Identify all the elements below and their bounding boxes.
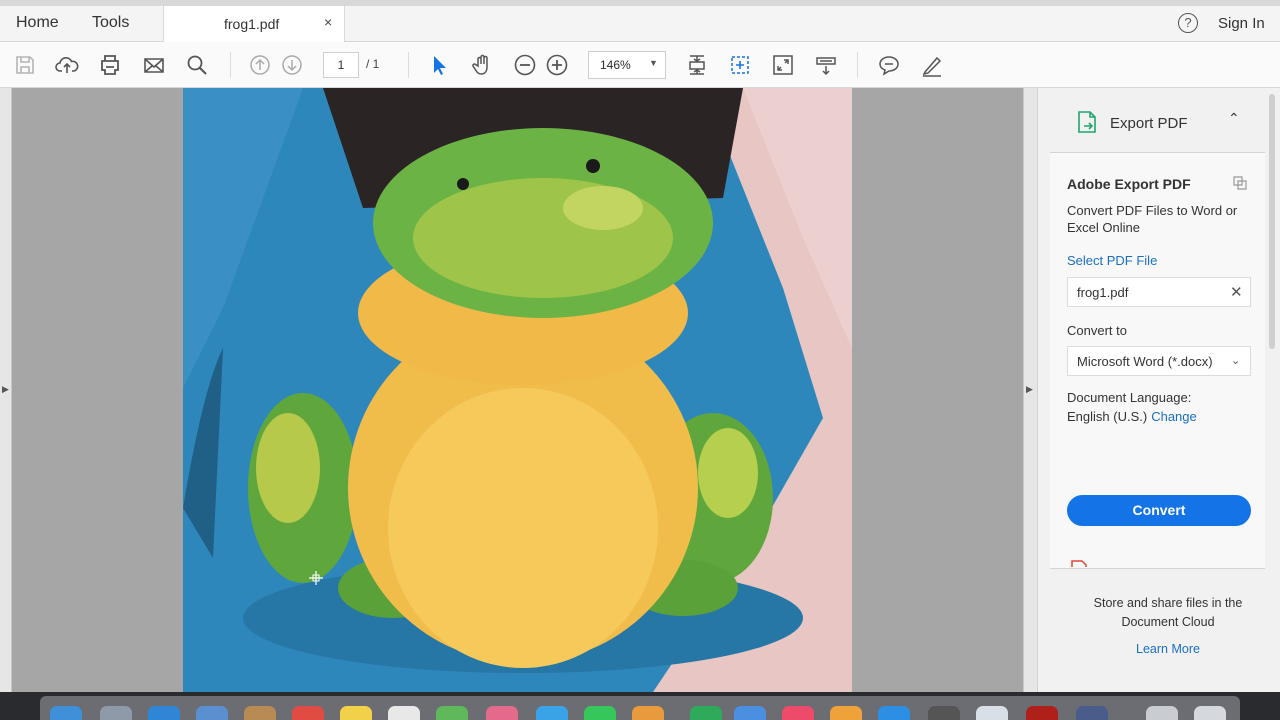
page-up-icon[interactable]	[248, 53, 272, 77]
page-number-input[interactable]: 1	[323, 52, 359, 78]
print-icon[interactable]	[98, 53, 122, 77]
messages-icon[interactable]	[536, 706, 568, 720]
app-icon[interactable]	[1076, 706, 1108, 720]
copy-info-icon[interactable]	[1232, 175, 1248, 191]
document-language-value: English (U.S.)	[1067, 409, 1148, 424]
full-screen-icon[interactable]	[771, 53, 795, 77]
toolbar-divider	[857, 52, 858, 78]
left-pane-toggle[interactable]: ▶	[0, 88, 12, 692]
convert-button[interactable]: Convert	[1067, 495, 1251, 526]
create-pdf-icon	[1071, 560, 1087, 567]
export-title: Adobe Export PDF	[1067, 176, 1191, 192]
chevron-right-icon: ▶	[1026, 384, 1033, 394]
frog-photo	[183, 88, 852, 692]
page-down-icon[interactable]	[280, 53, 304, 77]
comment-icon[interactable]	[877, 53, 901, 77]
maps-icon[interactable]	[436, 706, 468, 720]
scrollbar-thumb[interactable]	[1269, 94, 1275, 349]
acrobat-icon[interactable]	[1026, 706, 1058, 720]
main-toolbar: 1 / 1 146% ▼	[0, 42, 1280, 88]
trash-icon[interactable]	[1194, 706, 1226, 720]
photos-icon[interactable]	[486, 706, 518, 720]
export-description: Convert PDF Files to Word or Excel Onlin…	[1067, 203, 1238, 235]
numbers-icon[interactable]	[690, 706, 722, 720]
export-pdf-icon	[1078, 111, 1096, 133]
document-canvas[interactable]: ▶ ▶	[0, 88, 1038, 692]
toolbar-divider	[408, 52, 409, 78]
notes-icon[interactable]	[340, 706, 372, 720]
save-icon[interactable]	[13, 53, 37, 77]
right-pane-toggle[interactable]: ▶	[1023, 88, 1038, 692]
change-language-link[interactable]: Change	[1151, 409, 1197, 424]
export-options: Adobe Export PDF Convert PDF Files to Wo…	[1050, 153, 1265, 569]
zoom-select[interactable]: 146% ▼	[588, 51, 666, 79]
export-pdf-panel: Export PDF ⌃ Adobe Export PDF Convert PD…	[1037, 88, 1280, 692]
zoom-value: 146%	[600, 58, 631, 72]
itunes-icon[interactable]	[782, 706, 814, 720]
facetime-icon[interactable]	[584, 706, 616, 720]
chevron-right-icon: ▶	[2, 384, 9, 394]
search-icon[interactable]	[185, 53, 209, 77]
help-icon[interactable]: ?	[1178, 13, 1198, 33]
document-tab[interactable]: frog1.pdf ×	[163, 6, 345, 42]
chevron-down-icon: ▼	[649, 58, 658, 68]
keynote-icon[interactable]	[734, 706, 766, 720]
export-pdf-header[interactable]: Export PDF ⌃	[1050, 88, 1265, 153]
upload-cloud-icon[interactable]	[55, 53, 79, 77]
panel-header-title: Export PDF	[1110, 115, 1188, 132]
learn-more-link[interactable]: Learn More	[1078, 642, 1258, 656]
document-language-line: English (U.S.) Change	[1067, 409, 1197, 424]
finder-icon[interactable]	[50, 706, 82, 720]
page-total: / 1	[366, 57, 380, 71]
select-arrow-icon[interactable]	[427, 53, 451, 77]
crosshair-cursor-icon	[309, 571, 323, 585]
macos-dock	[0, 692, 1280, 720]
panel-scrollbar[interactable]	[1266, 88, 1278, 692]
fit-page-icon[interactable]	[685, 53, 709, 77]
selected-file-name: frog1.pdf	[1077, 285, 1129, 300]
pdf-page[interactable]	[183, 88, 852, 692]
top-menu-bar: Home Tools frog1.pdf × ? Sign In	[0, 6, 1280, 42]
toolbar-divider	[230, 52, 231, 78]
zoom-out-icon[interactable]	[513, 53, 537, 77]
chevron-up-icon[interactable]: ⌃	[1228, 110, 1240, 127]
zoom-in-icon[interactable]	[545, 53, 569, 77]
select-pdf-file-link[interactable]: Select PDF File	[1067, 253, 1157, 268]
reminders-icon[interactable]	[388, 706, 420, 720]
convert-format-select[interactable]: Microsoft Word (*.docx) ⌄	[1067, 346, 1251, 376]
sign-icon[interactable]	[920, 53, 944, 77]
chevron-down-icon: ⌄	[1231, 355, 1241, 367]
pages-icon[interactable]	[632, 706, 664, 720]
tools-link[interactable]: Tools	[92, 14, 129, 32]
clear-file-icon[interactable]: ✕	[1230, 283, 1243, 301]
preview-icon[interactable]	[976, 706, 1008, 720]
read-mode-icon[interactable]	[814, 53, 838, 77]
ibooks-icon[interactable]	[830, 706, 862, 720]
downloads-stack-icon[interactable]	[1146, 706, 1178, 720]
sign-in-link[interactable]: Sign In	[1218, 15, 1265, 32]
document-language-label: Document Language:	[1067, 390, 1192, 405]
convert-to-label: Convert to	[1067, 323, 1127, 338]
calendar-icon[interactable]	[292, 706, 324, 720]
launchpad-icon[interactable]	[100, 706, 132, 720]
app-store-icon[interactable]	[878, 706, 910, 720]
hand-icon[interactable]	[470, 53, 494, 77]
selected-file-field[interactable]: frog1.pdf ✕	[1067, 277, 1251, 307]
document-cloud-promo: Store and share files in the Document Cl…	[1093, 596, 1243, 629]
email-icon[interactable]	[142, 53, 166, 77]
document-tab-label: frog1.pdf	[224, 16, 280, 32]
convert-format-value: Microsoft Word (*.docx)	[1077, 354, 1213, 369]
close-tab-icon[interactable]: ×	[324, 14, 332, 30]
home-link[interactable]: Home	[16, 14, 59, 32]
mail-icon[interactable]	[196, 706, 228, 720]
safari-icon[interactable]	[148, 706, 180, 720]
marquee-zoom-icon[interactable]	[728, 53, 752, 77]
system-preferences-icon[interactable]	[928, 706, 960, 720]
contacts-icon[interactable]	[244, 706, 276, 720]
